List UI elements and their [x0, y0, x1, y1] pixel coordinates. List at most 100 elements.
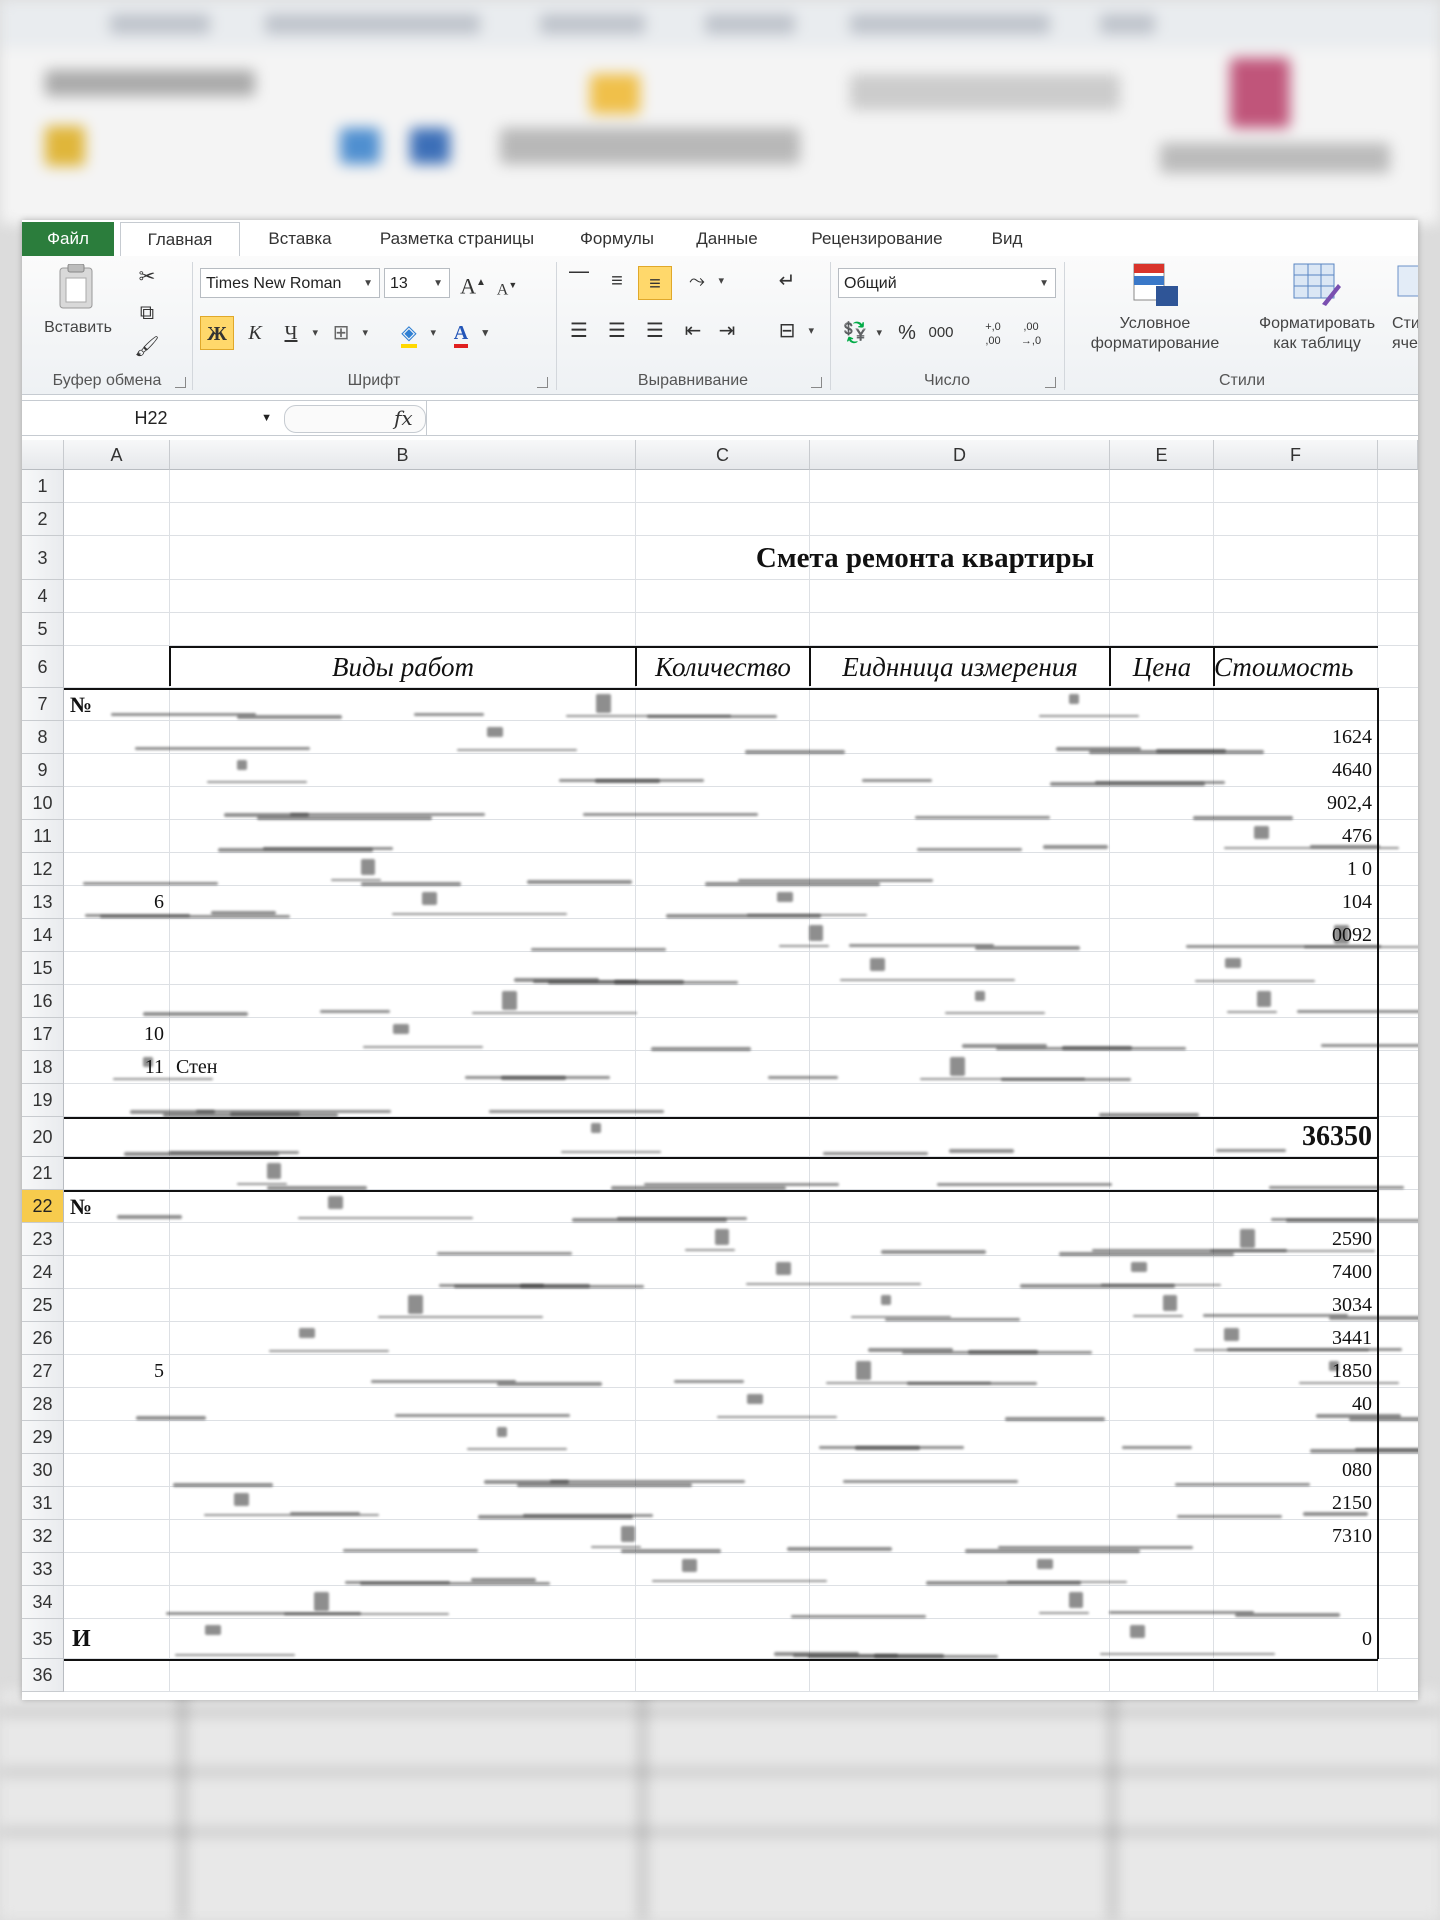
- cell-f20-total[interactable]: 36350: [1214, 1117, 1372, 1157]
- column-header-a[interactable]: A: [64, 440, 170, 470]
- row-header-34[interactable]: 34: [22, 1586, 64, 1619]
- column-header-e[interactable]: E: [1110, 440, 1214, 470]
- insert-function-icon[interactable]: fx: [394, 403, 413, 433]
- wrap-text-button[interactable]: ↵: [770, 264, 804, 298]
- row-header-8[interactable]: 8: [22, 721, 64, 754]
- cell-a7-no[interactable]: №: [64, 688, 176, 721]
- cell-f23[interactable]: 2590: [1214, 1223, 1372, 1256]
- decrease-indent-button[interactable]: ⇤: [676, 314, 710, 348]
- thousands-button[interactable]: 000: [924, 316, 958, 350]
- underline-button[interactable]: Ч: [274, 316, 319, 350]
- cell-f26[interactable]: 3441: [1214, 1322, 1372, 1355]
- cell-a35-total-label[interactable]: И: [64, 1619, 172, 1659]
- select-all-corner[interactable]: [22, 440, 64, 470]
- increase-indent-button[interactable]: ⇥: [710, 314, 744, 348]
- row-header-1[interactable]: 1: [22, 470, 64, 503]
- tab-home[interactable]: Главная: [120, 222, 240, 258]
- shrink-font-button[interactable]: A▼: [490, 268, 524, 302]
- cell-a27[interactable]: 5: [64, 1355, 164, 1388]
- column-header-f[interactable]: F: [1214, 440, 1378, 470]
- decrease-decimal-button[interactable]: ,00 →,0: [1014, 316, 1048, 350]
- row-header-15[interactable]: 15: [22, 952, 64, 985]
- row-header-22[interactable]: 22: [22, 1190, 64, 1223]
- cell-f10[interactable]: 902,4: [1214, 787, 1372, 820]
- sheet-title[interactable]: Смета ремонта квартиры: [636, 536, 1214, 580]
- row-header-35[interactable]: 35: [22, 1619, 64, 1659]
- row-header-28[interactable]: 28: [22, 1388, 64, 1421]
- format-painter-button[interactable]: 🖌: [130, 330, 164, 364]
- orientation-button[interactable]: ⤳: [680, 264, 724, 298]
- row-header-17[interactable]: 17: [22, 1018, 64, 1051]
- align-top-button[interactable]: ⎺: [562, 264, 596, 298]
- header-work-types[interactable]: Виды работ: [170, 646, 636, 688]
- font-name-select[interactable]: Times New Roman ▼: [200, 268, 380, 298]
- tab-review[interactable]: Рецензирование: [787, 222, 967, 256]
- merge-center-button[interactable]: ⊟: [770, 314, 814, 348]
- row-header-3[interactable]: 3: [22, 536, 64, 580]
- row-header-13[interactable]: 13: [22, 886, 64, 919]
- cell-f11[interactable]: 476: [1214, 820, 1372, 853]
- row-header-26[interactable]: 26: [22, 1322, 64, 1355]
- percent-button[interactable]: %: [890, 316, 924, 350]
- row-header-23[interactable]: 23: [22, 1223, 64, 1256]
- row-header-2[interactable]: 2: [22, 503, 64, 536]
- name-box[interactable]: H22 ▼: [26, 403, 276, 433]
- cell-f30[interactable]: 080: [1214, 1454, 1372, 1487]
- cell-f32[interactable]: 7310: [1214, 1520, 1372, 1553]
- row-header-4[interactable]: 4: [22, 580, 64, 613]
- copy-button[interactable]: ⧉: [130, 296, 164, 330]
- row-header-14[interactable]: 14: [22, 919, 64, 952]
- row-header-20[interactable]: 20: [22, 1117, 64, 1157]
- cell-b18[interactable]: Стен: [172, 1051, 376, 1084]
- cell-f24[interactable]: 7400: [1214, 1256, 1372, 1289]
- cell-f35[interactable]: 0: [1214, 1619, 1372, 1659]
- cell-a17[interactable]: 10: [64, 1018, 164, 1051]
- cell-f8[interactable]: 1624: [1214, 721, 1372, 754]
- row-header-30[interactable]: 30: [22, 1454, 64, 1487]
- tab-data[interactable]: Данные: [682, 222, 772, 256]
- font-size-select[interactable]: 13 ▼: [384, 268, 450, 298]
- italic-button[interactable]: К: [238, 316, 272, 350]
- currency-button[interactable]: 💱: [838, 316, 882, 350]
- bold-button[interactable]: Ж: [200, 316, 234, 350]
- column-header-b[interactable]: B: [170, 440, 636, 470]
- row-header-9[interactable]: 9: [22, 754, 64, 787]
- row-header-5[interactable]: 5: [22, 613, 64, 646]
- cell-f9[interactable]: 4640: [1214, 754, 1372, 787]
- cell-f28[interactable]: 40: [1214, 1388, 1372, 1421]
- column-header-next[interactable]: [1378, 440, 1418, 470]
- row-header-25[interactable]: 25: [22, 1289, 64, 1322]
- row-header-12[interactable]: 12: [22, 853, 64, 886]
- formula-input[interactable]: [426, 401, 1417, 435]
- tab-insert[interactable]: Вставка: [250, 222, 350, 256]
- number-launcher[interactable]: [1045, 377, 1056, 388]
- cell-f14[interactable]: 0092: [1214, 919, 1372, 952]
- clipboard-launcher[interactable]: [175, 377, 186, 388]
- cell-f12[interactable]: 1 0: [1214, 853, 1372, 886]
- row-header-10[interactable]: 10: [22, 787, 64, 820]
- row-header-6[interactable]: 6: [22, 646, 64, 688]
- increase-decimal-button[interactable]: +,0 ,00: [976, 316, 1010, 350]
- align-bottom-button[interactable]: ≡: [638, 266, 672, 300]
- row-header-16[interactable]: 16: [22, 985, 64, 1018]
- row-header-19[interactable]: 19: [22, 1084, 64, 1117]
- row-header-24[interactable]: 24: [22, 1256, 64, 1289]
- cell-f27[interactable]: 1850: [1214, 1355, 1372, 1388]
- cut-button[interactable]: ✂: [130, 260, 164, 294]
- fill-color-button[interactable]: ◈: [392, 316, 436, 350]
- row-header-18[interactable]: 18: [22, 1051, 64, 1084]
- row-header-36[interactable]: 36: [22, 1659, 64, 1692]
- font-color-button[interactable]: A: [444, 316, 488, 350]
- row-header-21[interactable]: 21: [22, 1157, 64, 1190]
- header-quantity[interactable]: Количество: [636, 646, 810, 688]
- row-header-31[interactable]: 31: [22, 1487, 64, 1520]
- cell-styles-button[interactable]: Сти ячее: [1392, 260, 1418, 360]
- cell-f13[interactable]: 104: [1214, 886, 1372, 919]
- column-header-c[interactable]: C: [636, 440, 810, 470]
- align-right-button[interactable]: ☰: [638, 314, 672, 348]
- cell-f31[interactable]: 2150: [1214, 1487, 1372, 1520]
- cell-a22-no[interactable]: №: [64, 1190, 176, 1223]
- row-header-32[interactable]: 32: [22, 1520, 64, 1553]
- cell-a18[interactable]: 11: [64, 1051, 164, 1084]
- header-price[interactable]: Цена: [1110, 646, 1214, 688]
